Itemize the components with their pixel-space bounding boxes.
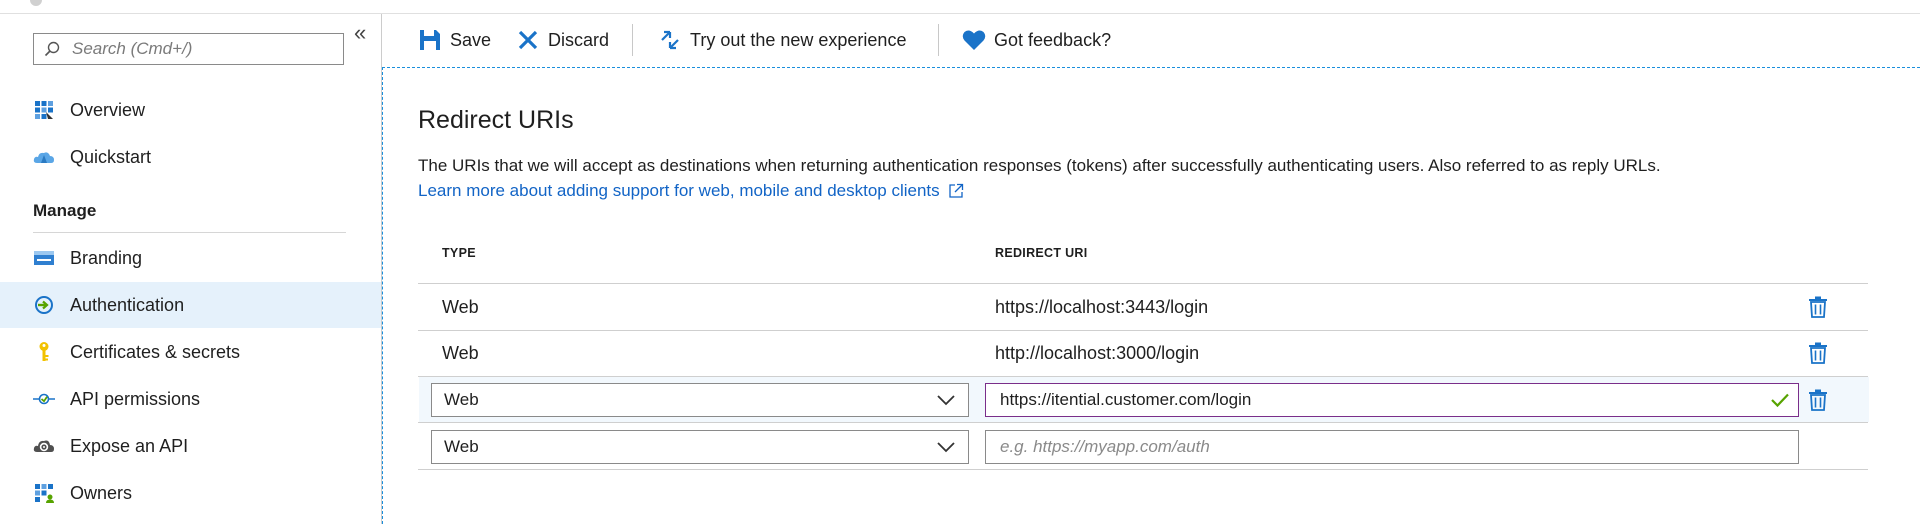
command-bar: Save Discard Try out the new experience … — [382, 14, 1920, 66]
column-header-redirect-uri: REDIRECT URI — [995, 246, 1088, 260]
sidebar-item-label: Expose an API — [70, 435, 189, 456]
save-button[interactable]: Save — [418, 28, 491, 52]
page-title: Redirect URIs — [418, 106, 574, 134]
discard-label: Discard — [548, 29, 610, 50]
top-corner — [30, 0, 42, 6]
overview-grid-icon — [32, 98, 56, 122]
sidebar-item-label: Quickstart — [70, 146, 152, 167]
type-select-value: Web — [444, 437, 479, 456]
save-label: Save — [450, 29, 492, 50]
search-box[interactable] — [33, 33, 344, 65]
type-select[interactable]: Web — [431, 430, 969, 464]
top-border — [0, 0, 1920, 14]
cloud-gear-icon — [32, 434, 56, 458]
section-divider — [33, 232, 346, 233]
sidebar-item-authentication[interactable]: Authentication — [0, 282, 381, 328]
sidebar-item-overview[interactable]: Overview — [0, 87, 381, 133]
table-divider — [418, 422, 1868, 423]
sidebar-item-api-permissions[interactable]: API permissions — [0, 376, 381, 422]
redirect-uri-input[interactable] — [998, 389, 1770, 411]
switch-arrows-icon — [658, 28, 682, 52]
sidebar: « Overview Quickstart Manage Branding Au… — [0, 14, 382, 524]
row-type: Web — [442, 343, 479, 363]
owners-grid-icon — [32, 481, 56, 505]
type-select[interactable]: Web — [431, 383, 969, 417]
sidebar-item-owners[interactable]: Owners — [0, 470, 381, 516]
new-redirect-uri-field[interactable] — [985, 430, 1799, 464]
redirect-uri-field[interactable] — [985, 383, 1799, 417]
row-uri: http://localhost:3000/login — [995, 343, 1200, 363]
delete-row-button[interactable] — [1808, 296, 1828, 318]
discard-button[interactable]: Discard — [516, 28, 609, 52]
feedback-button[interactable]: Got feedback? — [962, 28, 1111, 52]
section-title-manage: Manage — [33, 201, 97, 220]
toolbar-divider — [938, 24, 939, 56]
redirect-uris-description: The URIs that we will accept as destinat… — [418, 156, 1661, 175]
try-new-experience-button[interactable]: Try out the new experience — [658, 28, 906, 52]
learn-more-label: Learn more about adding support for web,… — [418, 181, 940, 200]
table-divider — [418, 283, 1868, 284]
sidebar-item-label: Certificates & secrets — [70, 341, 241, 362]
collapse-sidebar-button[interactable]: « — [354, 20, 366, 46]
valid-check-icon — [1770, 392, 1790, 408]
sidebar-item-expose-api[interactable]: Expose an API — [0, 423, 381, 469]
chevron-down-icon — [936, 440, 956, 454]
save-disk-icon — [418, 28, 442, 52]
key-icon — [32, 340, 56, 364]
sidebar-item-label: Branding — [70, 247, 143, 268]
table-divider — [418, 469, 1868, 470]
delete-row-button[interactable] — [1808, 342, 1828, 364]
try-new-experience-label: Try out the new experience — [690, 29, 907, 50]
sidebar-item-label: Overview — [70, 99, 146, 120]
branding-card-icon — [32, 246, 56, 270]
table-divider — [418, 330, 1868, 331]
chevron-down-icon — [936, 393, 956, 407]
api-permissions-icon — [32, 387, 56, 411]
row-type: Web — [442, 297, 479, 317]
row-uri: https://localhost:3443/login — [995, 297, 1209, 317]
column-header-type: TYPE — [442, 246, 476, 260]
delete-row-button[interactable] — [1808, 389, 1828, 411]
type-select-value: Web — [444, 390, 479, 409]
authentication-icon — [32, 293, 56, 317]
toolbar-divider — [632, 24, 633, 56]
close-x-icon — [516, 28, 540, 52]
search-input[interactable] — [70, 38, 334, 60]
feedback-label: Got feedback? — [994, 29, 1112, 50]
sidebar-item-certificates[interactable]: Certificates & secrets — [0, 329, 381, 375]
learn-more-link[interactable]: Learn more about adding support for web,… — [418, 181, 964, 201]
sidebar-item-label: Owners — [70, 482, 133, 503]
sidebar-item-label: API permissions — [70, 388, 201, 409]
quickstart-cloud-icon — [32, 145, 56, 169]
sidebar-item-branding[interactable]: Branding — [0, 235, 381, 281]
external-link-icon — [948, 183, 964, 199]
search-icon — [44, 41, 60, 57]
heart-icon — [962, 28, 986, 52]
sidebar-item-quickstart[interactable]: Quickstart — [0, 134, 381, 180]
new-redirect-uri-input[interactable] — [998, 436, 1798, 458]
sidebar-item-label: Authentication — [70, 294, 185, 315]
